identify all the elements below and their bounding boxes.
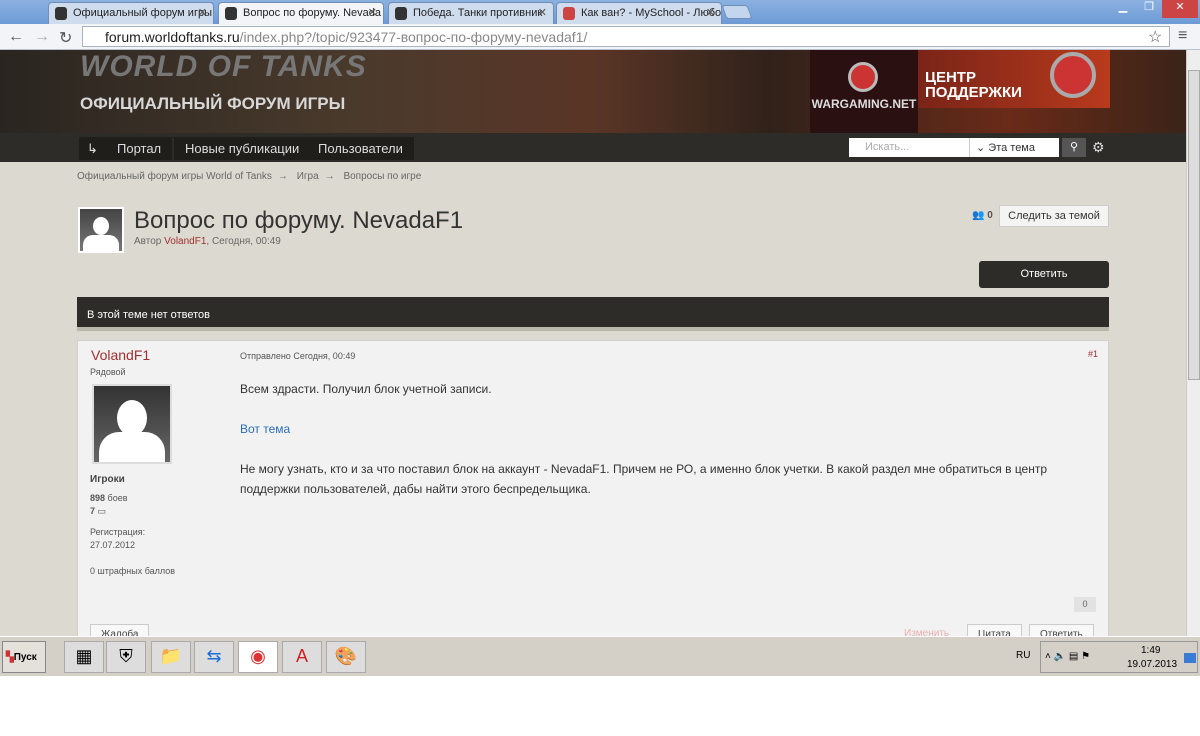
menu-wrench-icon[interactable]: ≡ (1178, 27, 1187, 45)
system-tray: ˄ 🔈 ▤ ⚑ 1:49 19.07.2013 (1040, 641, 1198, 673)
acrobat-icon[interactable]: A (282, 641, 322, 673)
wot-logo[interactable]: WORLD OF TANKS (80, 50, 367, 84)
post-author-rank: Рядовой (90, 367, 126, 377)
chrome-icon[interactable]: ◉ (238, 641, 278, 673)
search-input[interactable]: Искать... ⌄ Эта тема (849, 138, 1059, 157)
post: VolandF1 Рядовой Игроки 898 боев 7 ▭ Рег… (77, 340, 1109, 636)
post-date: Отправлено Сегодня, 00:49 (240, 351, 356, 361)
close-tab-icon[interactable]: ✕ (706, 6, 715, 19)
clock-date: 19.07.2013 (1127, 659, 1178, 670)
post-reply-button[interactable]: Ответить (1029, 624, 1094, 636)
tray-icons[interactable]: ˄ 🔈 ▤ ⚑ (1045, 651, 1090, 662)
close-tab-icon[interactable]: ✕ (538, 6, 547, 19)
close-window-icon[interactable]: ✕ (1162, 0, 1198, 18)
nav-new-posts[interactable]: Новые публикации (174, 137, 311, 160)
search-button[interactable]: ⚲ (1062, 138, 1086, 157)
post-author-link[interactable]: VolandF1 (91, 347, 150, 363)
teamviewer-icon[interactable]: ⇆ (194, 641, 234, 673)
post-avatar[interactable] (92, 384, 172, 464)
battles-count: 898 боев (90, 493, 128, 503)
close-tab-icon[interactable]: ✕ (368, 6, 377, 19)
tab-victory[interactable]: Победа. Танки противник ✕ (388, 2, 554, 24)
registration-label: Регистрация: (90, 527, 146, 537)
breadcrumb-game[interactable]: Игра (297, 171, 319, 182)
maximize-icon[interactable]: ❐ (1136, 0, 1162, 18)
post-number-link[interactable]: #1 (1088, 349, 1098, 359)
support-center-link[interactable]: ЦЕНТР ПОДДЕРЖКИ (918, 50, 1110, 108)
reload-icon[interactable]: ↻ (59, 28, 72, 48)
tab-topic[interactable]: Вопрос по форуму. Nevada ✕ (218, 2, 384, 24)
penalty-points: 0 штрафных баллов (90, 566, 176, 576)
author-avatar[interactable] (78, 207, 124, 253)
topic-link[interactable]: Вот тема (240, 422, 290, 436)
users-icon: 👥 (972, 210, 985, 221)
posts-count: 7 ▭ (90, 506, 107, 516)
reputation-count: 0 (1074, 597, 1096, 612)
scrollbar-thumb[interactable] (1188, 70, 1200, 380)
browser-tab-strip: Официальный форум игры ✕ Вопрос по форуму… (0, 0, 1200, 24)
wot-app-icon[interactable]: ⛨ (106, 641, 146, 673)
comment-icon: ▭ (97, 506, 107, 516)
nav-users[interactable]: Пользователи (307, 137, 414, 160)
forum-page: WORLD OF TANKS ОФИЦИАЛЬНЫЙ ФОРУМ ИГРЫ WA… (0, 50, 1186, 636)
wot-favicon-icon (55, 7, 67, 20)
breadcrumb-questions[interactable]: Вопросы по игре (343, 171, 421, 182)
breadcrumb: Официальный форум игры World of Tanks → И… (77, 171, 422, 182)
forum-nav: ↳ Портал Новые публикации Пользователи И… (0, 133, 1186, 162)
search-scope-select[interactable]: ⌄ Эта тема (969, 138, 1035, 157)
wot-favicon-icon (225, 7, 237, 20)
author-link[interactable]: VolandF1 (164, 236, 206, 247)
forum-subtitle: ОФИЦИАЛЬНЫЙ ФОРУМ ИГРЫ (80, 94, 346, 113)
follow-topic-button[interactable]: Следить за темой (999, 205, 1109, 227)
bookmark-star-icon[interactable]: ☆ (1148, 27, 1162, 47)
wargaming-link[interactable]: WARGAMING.NET (810, 50, 918, 133)
wot-favicon-icon (395, 7, 407, 20)
return-icon[interactable]: ↳ (79, 137, 106, 160)
post-body: Всем здрасти. Получил блок учетной запис… (240, 382, 1048, 496)
gear-icon[interactable]: ⚙ (1092, 139, 1105, 156)
address-bar: ← → ↻ forum.worldoftanks.ru/index.php?/t… (0, 24, 1200, 50)
calculator-icon[interactable]: ▦ (64, 641, 104, 673)
edit-button[interactable]: Изменить (894, 624, 959, 636)
minimize-icon[interactable]: ▁ (1110, 0, 1136, 18)
folder-icon[interactable]: 📁 (151, 641, 191, 673)
wargaming-logo-icon (848, 62, 878, 92)
back-icon[interactable]: ← (8, 28, 24, 46)
tab-forum[interactable]: Официальный форум игры ✕ (48, 2, 214, 24)
page-scrollbar[interactable] (1186, 50, 1200, 636)
show-desktop-icon[interactable] (1184, 653, 1196, 663)
user-group: Игроки (90, 474, 125, 485)
close-tab-icon[interactable]: ✕ (198, 6, 207, 19)
report-button[interactable]: Жалоба (90, 624, 150, 636)
tab-myschool[interactable]: Как ван? - MySchool - Любо ✕ (556, 2, 722, 24)
paint-icon[interactable]: 🎨 (326, 641, 366, 673)
windows-logo-icon: ▚ (6, 652, 14, 663)
breadcrumb-forum[interactable]: Официальный форум игры World of Tanks (77, 171, 272, 182)
forward-icon[interactable]: → (34, 28, 50, 46)
topic-meta: Автор VolandF1, Сегодня, 00:49 (134, 236, 281, 247)
quote-button[interactable]: Цитата (967, 624, 1022, 636)
forum-banner: WORLD OF TANKS ОФИЦИАЛЬНЫЙ ФОРУМ ИГРЫ WA… (0, 50, 1186, 133)
url-input[interactable]: forum.worldoftanks.ru/index.php?/topic/9… (82, 26, 1170, 47)
new-tab-button[interactable] (721, 5, 753, 19)
followers-count: 👥 0 (972, 210, 993, 221)
page-title: Вопрос по форуму. NevadaF1 (134, 207, 464, 234)
clock-time: 1:49 (1141, 645, 1161, 656)
registration-date: 27.07.2012 (90, 540, 136, 550)
start-button[interactable]: ▚Пуск (2, 641, 46, 673)
support-logo-icon (1050, 52, 1096, 98)
reply-button[interactable]: Ответить (979, 261, 1109, 288)
nav-portal[interactable]: Портал (106, 137, 173, 160)
taskbar: ▚Пуск ▦ ⛨ 📁 ⇆ ◉ A 🎨 RU ˄ 🔈 ▤ ⚑ 1:49 19.0… (0, 636, 1200, 676)
language-indicator[interactable]: RU (1016, 650, 1030, 661)
myschool-favicon-icon (563, 7, 575, 20)
no-replies-header: В этой теме нет ответов (77, 297, 1109, 331)
